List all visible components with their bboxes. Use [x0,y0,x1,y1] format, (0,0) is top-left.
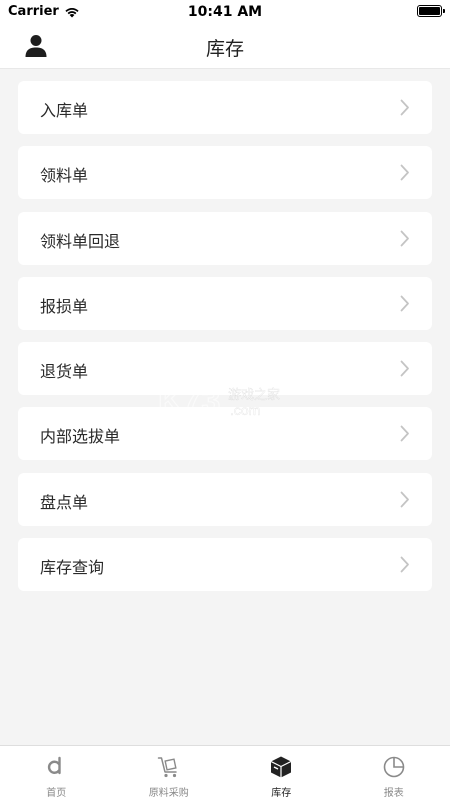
chevron-right-icon [400,164,409,181]
menu-item-requisition-return[interactable]: 领料单回退 [18,211,432,265]
tab-label: 库存 [271,788,292,799]
chevron-right-icon [400,295,409,312]
chevron-right-icon [400,556,409,573]
menu-item-label: 领料单回退 [40,231,121,251]
battery-icon [417,5,445,17]
menu-item-damage-report[interactable]: 报损单 [18,276,432,330]
menu-item-label: 内部选拔单 [40,427,121,447]
menu-item-return-goods[interactable]: 退货单 [18,342,432,396]
tab-inventory[interactable]: 库存 [225,746,338,800]
status-time: 10:41 AM [187,4,263,20]
menu-list: 入库单 领料单 领料单回退 报损单 退货单 内部选拔单 盘点单 库存查询 [18,81,432,603]
menu-item-stocktake[interactable]: 盘点单 [18,472,432,526]
chevron-right-icon [400,230,409,246]
menu-item-label: 退货单 [40,362,89,382]
tab-home[interactable]: 首页 [0,746,113,800]
chevron-right-icon [400,426,409,442]
menu-item-inventory-query[interactable]: 库存查询 [18,538,432,592]
menu-item-label: 库存查询 [40,558,105,578]
menu-item-internal-transfer[interactable]: 内部选拔单 [18,407,432,461]
cart-icon [157,757,177,778]
status-right [417,5,445,17]
tab-label: 原料采购 [148,788,189,799]
tab-reports[interactable]: 报表 [338,746,450,800]
menu-item-inbound[interactable]: 入库单 [18,81,432,134]
menu-item-label: 领料单 [40,166,89,186]
menu-item-material-requisition[interactable]: 领料单 [18,146,432,200]
chevron-right-icon [400,99,409,116]
chevron-right-icon [400,491,409,508]
page-title: 库存 [205,38,244,60]
tab-label: 报表 [383,788,404,799]
menu-item-label: 报损单 [40,296,89,316]
menu-item-label: 盘点单 [40,492,89,512]
battery-level [419,7,440,15]
tab-bar: 首页 原料采购 库存 报表 [0,745,450,800]
tab-procurement[interactable]: 原料采购 [113,746,226,800]
home-icon [48,756,61,775]
nav-bar: 库存 [0,24,450,69]
status-bar: Carrier 10:41 AM [0,0,450,24]
tab-label: 首页 [46,788,67,799]
menu-item-label: 入库单 [40,101,89,120]
box-icon [270,756,292,778]
pie-chart-icon [383,756,405,778]
chevron-right-icon [400,360,409,377]
